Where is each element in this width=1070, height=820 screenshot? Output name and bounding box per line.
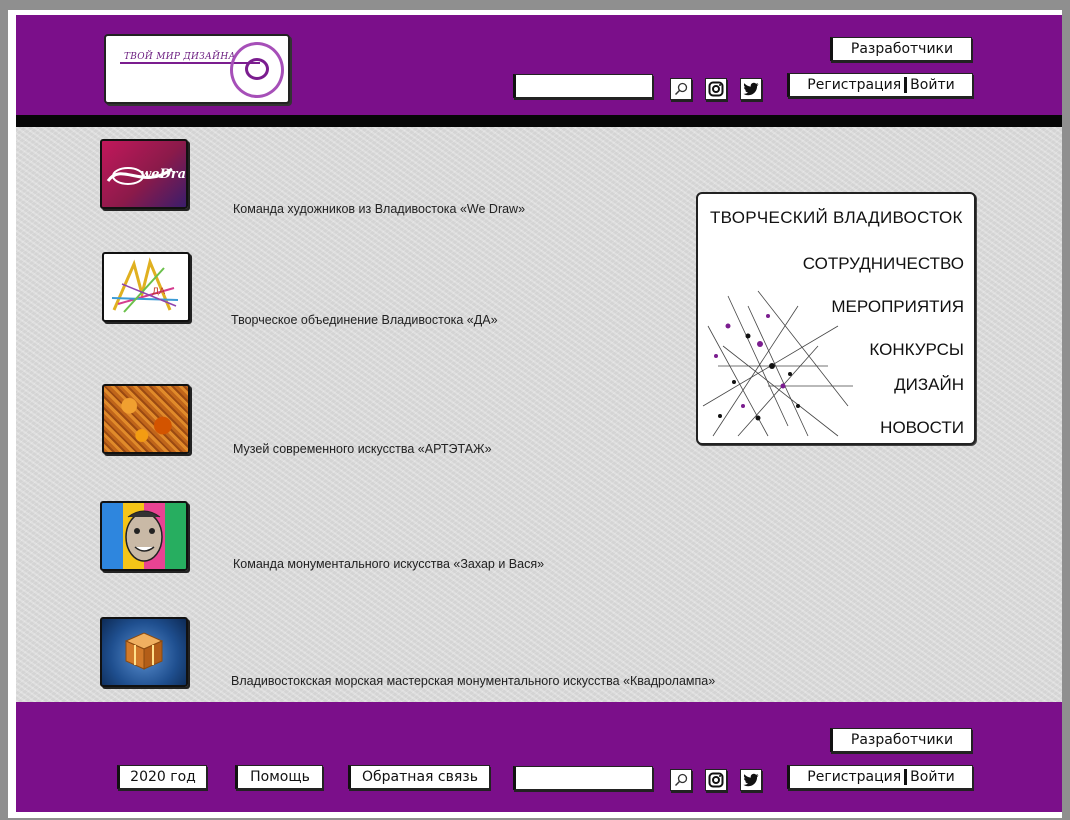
da-logo-image: ДА [111,257,179,313]
auth-separator [904,77,908,93]
menu-link-cooperation[interactable]: СОТРУДНИЧЕСТВО [803,254,964,274]
footer-twitter-button[interactable] [740,769,762,791]
site-logo[interactable]: ТВОЙ МИР ДИЗАЙНА [104,34,290,104]
kvadrolampa-thumbnail[interactable] [100,617,188,687]
list-item-label[interactable]: Творческое объединение Владивостока «ДА» [231,313,498,327]
footer-developers-label: Разработчики [850,732,954,748]
menu-link-contests[interactable]: КОНКУРСЫ [869,340,964,360]
footer-login-link[interactable]: Войти [910,769,955,785]
search-icon [674,773,688,787]
search-input[interactable] [513,74,653,98]
instagram-button[interactable] [705,78,727,100]
artetazh-thumbnail[interactable] [102,384,190,454]
feedback-label: Обратная связь [362,769,478,785]
feedback-button[interactable]: Обратная связь [348,765,490,789]
twitter-icon [743,82,759,96]
header-divider [16,115,1062,127]
footer-instagram-button[interactable] [705,769,727,791]
register-link[interactable]: Регистрация [807,77,901,93]
da-thumbnail[interactable]: ДА [102,252,190,322]
footer-auth-separator [904,769,908,785]
menu-card: ТВОРЧЕСКИЙ ВЛАДИВОСТОК СОТРУДНИЧЕСТВО МЕ… [696,192,976,445]
footer [16,702,1062,812]
logo-text: ТВОЙ МИР ДИЗАЙНА [124,52,236,62]
twitter-button[interactable] [740,78,762,100]
footer-developers-button[interactable]: Разработчики [830,728,972,752]
auth-links: Регистрация Войти [787,73,973,97]
menu-link-events[interactable]: МЕРОПРИЯТИЯ [831,297,964,317]
year-label: 2020 год [130,769,196,785]
twitter-icon [743,773,759,787]
search-button[interactable] [670,78,692,100]
search-icon [674,82,688,96]
card-title: ТВОРЧЕСКИЙ ВЛАДИВОСТОК [710,208,963,227]
instagram-icon [708,81,724,97]
list-item-label[interactable]: Команда художников из Владивостока «We D… [233,202,525,216]
developers-label: Разработчики [850,41,954,57]
instagram-icon [708,772,724,788]
list-item-label[interactable]: Музей современного искусства «АРТЭТАЖ» [233,442,492,456]
cube-lamp-image [124,632,164,670]
we-draw-logo-text: weDraw [140,167,186,182]
year-button[interactable]: 2020 год [117,765,207,789]
footer-auth-links: Регистрация Войти [787,765,973,789]
da-logo-text: ДА [152,287,166,297]
logo-circle-inner [245,58,269,80]
footer-search-input[interactable] [513,766,653,790]
list-item-label[interactable]: Владивостокская морская мастерская монум… [231,674,715,688]
face-mural-image [125,510,163,562]
we-draw-logo-image: weDraw [106,167,186,185]
zakhar-vasya-thumbnail[interactable] [100,501,188,571]
help-label: Помощь [250,769,310,785]
menu-link-design[interactable]: ДИЗАЙН [894,375,964,395]
footer-register-link[interactable]: Регистрация [807,769,901,785]
login-link[interactable]: Войти [910,77,955,93]
help-button[interactable]: Помощь [235,765,323,789]
menu-link-news[interactable]: НОВОСТИ [880,418,964,438]
list-item-label[interactable]: Команда монументального искусства «Захар… [233,557,544,571]
we-draw-thumbnail[interactable]: weDraw [100,139,188,209]
developers-button[interactable]: Разработчики [830,37,972,61]
footer-search-button[interactable] [670,769,692,791]
